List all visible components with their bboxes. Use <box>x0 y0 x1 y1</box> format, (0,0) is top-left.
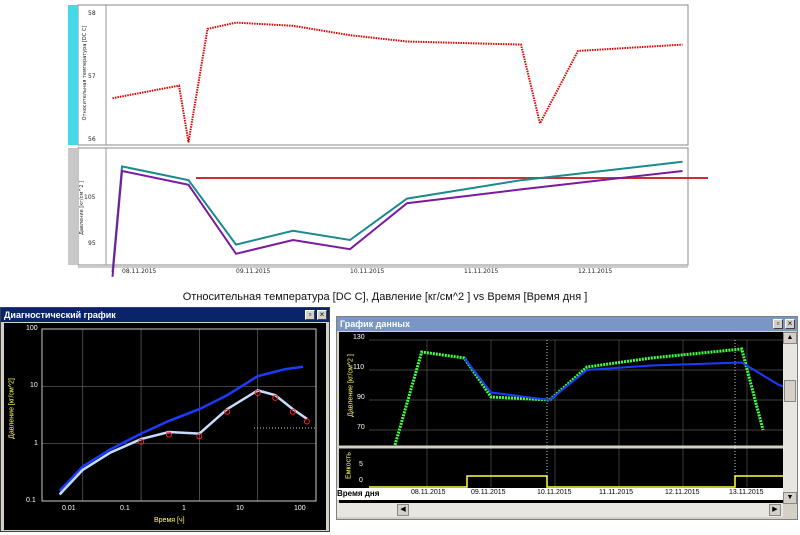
pressure-axis-strip <box>68 148 78 265</box>
scroll-down-button[interactable]: ▼ <box>783 492 797 504</box>
diag-ytick-0.1: 0.1 <box>26 497 36 504</box>
date-tick-2: 10.11.2015 <box>350 268 385 275</box>
data-ytick-110: 110 <box>353 364 365 371</box>
diagnostic-window[interactable]: Диагностический график ▫ × Давление [кг/… <box>0 307 330 532</box>
data-date-tick-1: 09.11.2015 <box>471 489 506 496</box>
top-chart: 58 57 56 105 95 Относительная температур… <box>68 0 708 290</box>
pressure-tick-95: 95 <box>88 240 96 247</box>
data-window-titlebar[interactable]: График данных <box>337 317 797 331</box>
data-date-tick-0: 08.11.2015 <box>411 489 446 496</box>
temp-plot-frame <box>77 4 689 146</box>
scroll-up-button[interactable]: ▲ <box>783 332 797 344</box>
derivative-points <box>138 390 310 445</box>
diag-ytick-1: 1 <box>34 440 38 447</box>
data-ytick-130: 130 <box>353 334 365 341</box>
temp-axis-strip <box>68 5 78 145</box>
vertical-scrollbar[interactable]: ▲ ▼ <box>783 332 797 504</box>
restore-button[interactable]: ▫ <box>773 319 783 329</box>
close-button[interactable]: × <box>317 310 327 320</box>
rate-history-line <box>369 475 783 488</box>
diag-ylabel: Давление [кг/см^2] <box>8 378 16 439</box>
restore-button[interactable]: ▫ <box>305 310 315 320</box>
diag-ytick-100: 100 <box>26 325 38 332</box>
data-date-tick-3: 11.11.2015 <box>599 489 633 496</box>
diagnostic-window-titlebar[interactable]: Диагностический график <box>1 308 329 322</box>
date-tick-1: 09.11.2015 <box>236 268 271 275</box>
data-xaxis-bar: Время дня 08.11.2015 09.11.2015 10.11.20… <box>337 488 783 500</box>
data-date-tick-2: 10.11.2015 <box>537 489 572 496</box>
pressure-change-curve <box>58 389 308 496</box>
diag-xtick-100: 100 <box>294 505 306 512</box>
pressure-axis-label: Давление [кг/см^2 ] <box>79 180 85 236</box>
data-plot-area: Давление [кг/см^2 ] Емкость 130 110 90 7… <box>339 332 800 504</box>
scroll-right-button[interactable]: ▶ <box>769 504 781 516</box>
diagnostic-plot-area: Давление [кг/см^2] 100 10 1 0.1 0.01 0.1… <box>4 323 326 530</box>
horizontal-scrollbar[interactable]: ◀ ▶ <box>337 503 783 517</box>
data-xlabel: Время дня <box>337 489 380 498</box>
diag-xtick-1: 1 <box>182 505 186 512</box>
temp-tick-56: 56 <box>88 136 96 143</box>
diag-xtick-0.01: 0.01 <box>62 505 76 512</box>
date-tick-0: 08.11.2015 <box>122 268 157 275</box>
temp-tick-57: 57 <box>88 73 96 80</box>
diag-xlabel: Время [ч] <box>154 517 185 524</box>
scroll-thumb[interactable] <box>784 380 796 402</box>
close-button[interactable]: × <box>785 319 795 329</box>
pressure-plot-frame <box>77 147 689 266</box>
data-grid <box>369 339 783 487</box>
data-date-tick-5: 13.11.2015 <box>729 489 764 496</box>
diagnostic-grid <box>42 328 317 501</box>
data-ytick-70: 70 <box>357 424 365 431</box>
temp-axis-label: Относительная температура [DC C] <box>82 25 88 121</box>
data-lower-ylabel: Емкость <box>345 452 353 479</box>
data-date-tick-4: 12.11.2015 <box>665 489 700 496</box>
data-window-title: График данных <box>340 319 410 329</box>
pressure-tick-105: 105 <box>84 194 96 201</box>
diagnostic-plot-svg <box>41 328 317 502</box>
derivative-curve <box>58 365 304 492</box>
diag-ytick-10: 10 <box>30 382 38 389</box>
top-chart-svg <box>68 4 708 277</box>
diag-red-point <box>303 418 310 425</box>
date-tick-3: 11.11.2015 <box>464 268 499 275</box>
data-lower-tick-5: 5 <box>359 461 363 468</box>
data-ytick-90: 90 <box>357 394 365 401</box>
data-ylabel: Давление [кг/см^2 ] <box>347 354 355 417</box>
date-tick-4: 12.11.2015 <box>578 268 613 275</box>
temp-tick-58: 58 <box>88 10 96 17</box>
diag-xtick-0.1: 0.1 <box>120 505 130 512</box>
top-chart-caption: Относительная температура [DC C], Давлен… <box>182 291 588 303</box>
data-window[interactable]: График данных ▫ × Давление [кг/см^2 ] Ем… <box>336 316 800 520</box>
data-plot-svg <box>339 339 800 488</box>
diagnostic-window-title: Диагностический график <box>4 310 116 320</box>
diag-xtick-10: 10 <box>236 505 244 512</box>
data-lower-tick-0: 0 <box>359 477 363 484</box>
scroll-left-button[interactable]: ◀ <box>397 504 409 516</box>
